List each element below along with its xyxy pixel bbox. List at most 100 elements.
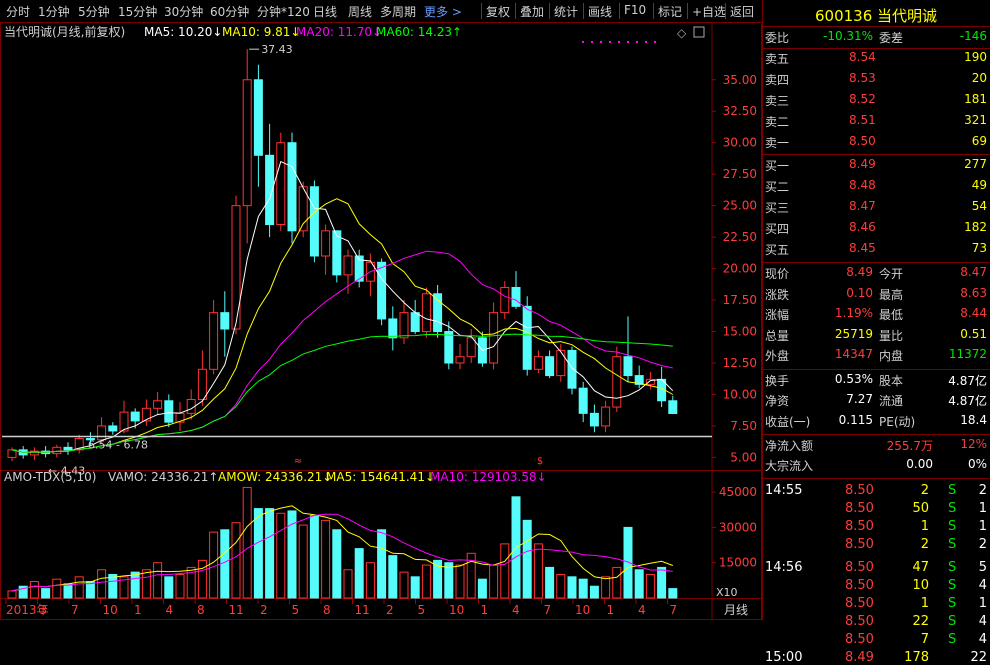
more-periods-button[interactable]: 更多 > <box>424 3 462 20</box>
quote-value: 25719 <box>834 326 873 341</box>
tick-count: 2 <box>978 483 987 498</box>
tick-side: S <box>948 519 957 534</box>
ma10-legend: MA10: 9.81↓ <box>222 25 300 39</box>
x-tick-label: 1 <box>481 603 489 617</box>
volume-bar-up <box>276 512 286 599</box>
quote-value: 11372 <box>948 347 987 361</box>
candle-down <box>589 412 599 427</box>
buy-level-label: 买四 <box>765 222 790 236</box>
period-6[interactable]: 分钟*120 <box>257 3 310 20</box>
volume-bar-up <box>74 576 84 599</box>
buy-level-volume: 73 <box>971 241 987 255</box>
volume-bar-down <box>657 566 667 599</box>
period-3[interactable]: 15分钟 <box>118 3 157 20</box>
toolbar-separator <box>481 3 482 19</box>
tick-price: 8.50 <box>845 560 874 575</box>
toolbar-action-2[interactable]: 统计 <box>554 3 578 20</box>
stat-label: PE(动) <box>879 414 916 429</box>
candle-up <box>197 368 207 401</box>
period-0[interactable]: 分时 <box>6 3 30 20</box>
toolbar-action-5[interactable]: 标记 <box>658 3 682 20</box>
price-tick-label: 25.00 <box>723 199 757 213</box>
settings-diamond-icon: ◇ <box>677 26 687 40</box>
sell-level-price: 8.53 <box>849 71 876 85</box>
x-tick-label: 10 <box>575 603 590 617</box>
candle-up <box>455 356 465 364</box>
volume-tick-label: 45000 <box>719 485 757 499</box>
price-tick-label: 15.00 <box>723 325 757 339</box>
volume-bar-down <box>354 548 364 599</box>
sell-level-volume: 181 <box>964 92 987 106</box>
volume-bar-down <box>634 569 644 599</box>
tick-count: 5 <box>978 560 987 575</box>
buy-level-label: 买五 <box>765 243 790 257</box>
candle-down <box>511 286 521 307</box>
sell-level-price: 8.52 <box>849 92 876 106</box>
chart-area[interactable]: 5.00 7.50 10.00 12.50 15.00 17.50 20.00 22.50 25… <box>0 22 762 620</box>
period-label: 月线 <box>724 603 748 617</box>
tick-volume: 1 <box>920 519 929 534</box>
divider <box>763 368 990 370</box>
volume-bar-up <box>556 573 566 599</box>
period-5[interactable]: 60分钟 <box>210 3 249 20</box>
kline-chart[interactable]: 5.007.5010.0012.5015.0017.5020.0022.5025… <box>0 22 762 620</box>
volume-bar-up <box>399 571 409 599</box>
tick-volume: 50 <box>912 501 929 516</box>
tick-volume: 22 <box>912 614 929 629</box>
quote-label: 涨跌 <box>765 287 790 302</box>
toolbar-action-1[interactable]: 叠加 <box>520 3 544 20</box>
quote-panel: 600136 当代明诚 委比 -10.31% 委差 -146 卖五 8.54 190 卖四 8.5… <box>762 0 990 665</box>
candle-up <box>321 230 331 257</box>
price-tick-label: 22.50 <box>723 230 757 244</box>
tick-side: S <box>948 614 957 629</box>
tick-price: 8.50 <box>845 578 874 593</box>
period-2[interactable]: 5分钟 <box>78 3 110 20</box>
toolbar-action-3[interactable]: 画线 <box>588 3 612 20</box>
tick-price: 8.50 <box>845 519 874 534</box>
x-tick-label: 2 <box>386 603 394 617</box>
stat-value: 4.87亿 <box>948 394 987 408</box>
toolbar-action-0[interactable]: 复权 <box>486 3 510 20</box>
x-tick-label: 11 <box>229 603 244 617</box>
candle-up <box>489 312 499 364</box>
toolbar-action-6[interactable]: +自选 <box>692 3 726 20</box>
tick-count: 2 <box>978 537 987 552</box>
quote-label: 现价 <box>765 267 790 281</box>
buy-level-volume: 54 <box>971 199 987 213</box>
volume-bar-up <box>601 576 611 599</box>
stock-title[interactable]: 600136 当代明诚 <box>815 5 937 26</box>
dotted-marker <box>618 41 620 43</box>
tick-side: S <box>948 632 957 647</box>
toolbar-action-7[interactable]: 返回 <box>730 3 754 20</box>
toolbar-action-4[interactable]: F10 <box>624 3 646 17</box>
stat-value: 7.27 <box>846 392 873 406</box>
price-tick-label: 17.50 <box>723 293 757 307</box>
period-1[interactable]: 1分钟 <box>38 3 70 20</box>
weibi-label: 委比 <box>765 31 790 45</box>
tick-count: 4 <box>978 578 987 593</box>
candle-down <box>410 312 420 333</box>
tick-time: 14:55 <box>765 483 803 498</box>
tick-time: 15:00 <box>765 650 803 665</box>
x-tick-label: 4 <box>638 603 646 617</box>
period-7[interactable]: 日线 <box>313 3 337 20</box>
tick-price: 8.50 <box>845 537 874 552</box>
period-8[interactable]: 周线 <box>348 3 372 20</box>
quote-value: 0.51 <box>960 326 987 341</box>
candle-down <box>164 400 174 423</box>
x-tick-label: 4 <box>166 603 174 617</box>
sell-level-label: 卖一 <box>765 136 790 150</box>
stat-label: 流通 <box>879 394 904 408</box>
candle-down <box>309 186 319 257</box>
buy-level-volume: 277 <box>964 157 987 171</box>
volume-bar-down <box>522 519 532 599</box>
volume-bar-down <box>567 576 577 599</box>
buy-level-price: 8.45 <box>849 241 876 255</box>
x-tick-label: 2 <box>260 603 268 617</box>
volume-ma5-legend: MA5: 154641.41↓ <box>326 470 435 484</box>
period-4[interactable]: 30分钟 <box>164 3 203 20</box>
x-tick-label: 1 <box>134 603 142 617</box>
divider <box>763 26 990 27</box>
candle-down <box>377 261 387 320</box>
period-9[interactable]: 多周期 <box>380 3 416 20</box>
